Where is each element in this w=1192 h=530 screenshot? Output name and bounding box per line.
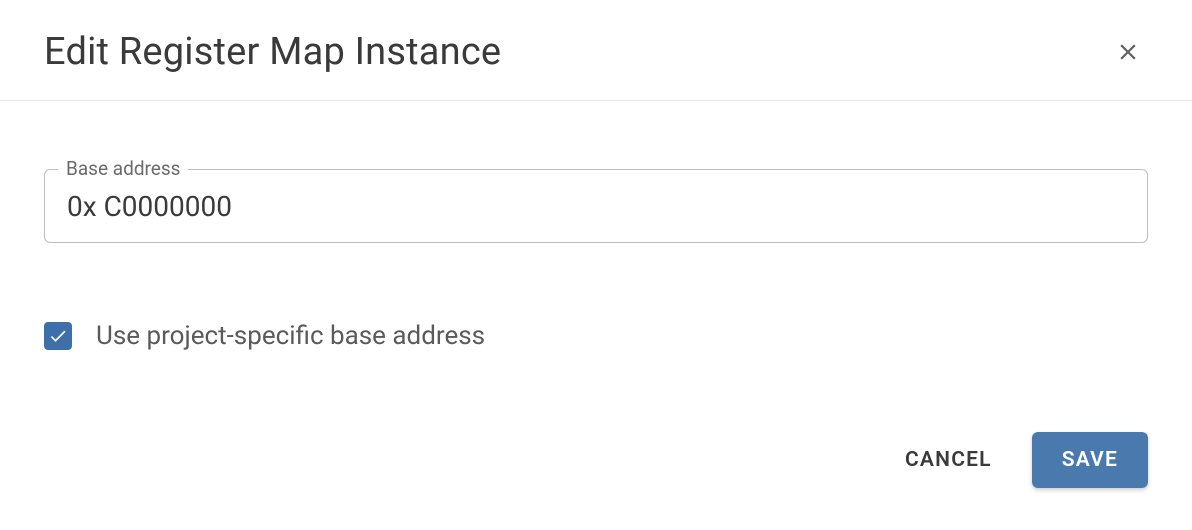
base-address-input[interactable] [44,169,1148,243]
use-project-specific-label[interactable]: Use project-specific base address [96,321,485,351]
use-project-specific-checkbox[interactable] [44,322,72,350]
base-address-field: Base address [44,169,1148,243]
dialog-footer: Cancel Save [0,432,1192,530]
use-project-specific-row: Use project-specific base address [44,321,1148,351]
checkmark-icon [48,326,68,346]
close-icon [1115,39,1141,65]
edit-register-map-dialog: Edit Register Map Instance Base address … [0,0,1192,530]
dialog-title: Edit Register Map Instance [44,30,501,74]
cancel-button[interactable]: Cancel [897,434,1000,486]
base-address-label: Base address [58,157,188,180]
close-button[interactable] [1108,32,1148,72]
dialog-header: Edit Register Map Instance [0,0,1192,101]
save-button[interactable]: Save [1032,432,1148,488]
dialog-body: Base address Use project-specific base a… [0,101,1192,432]
